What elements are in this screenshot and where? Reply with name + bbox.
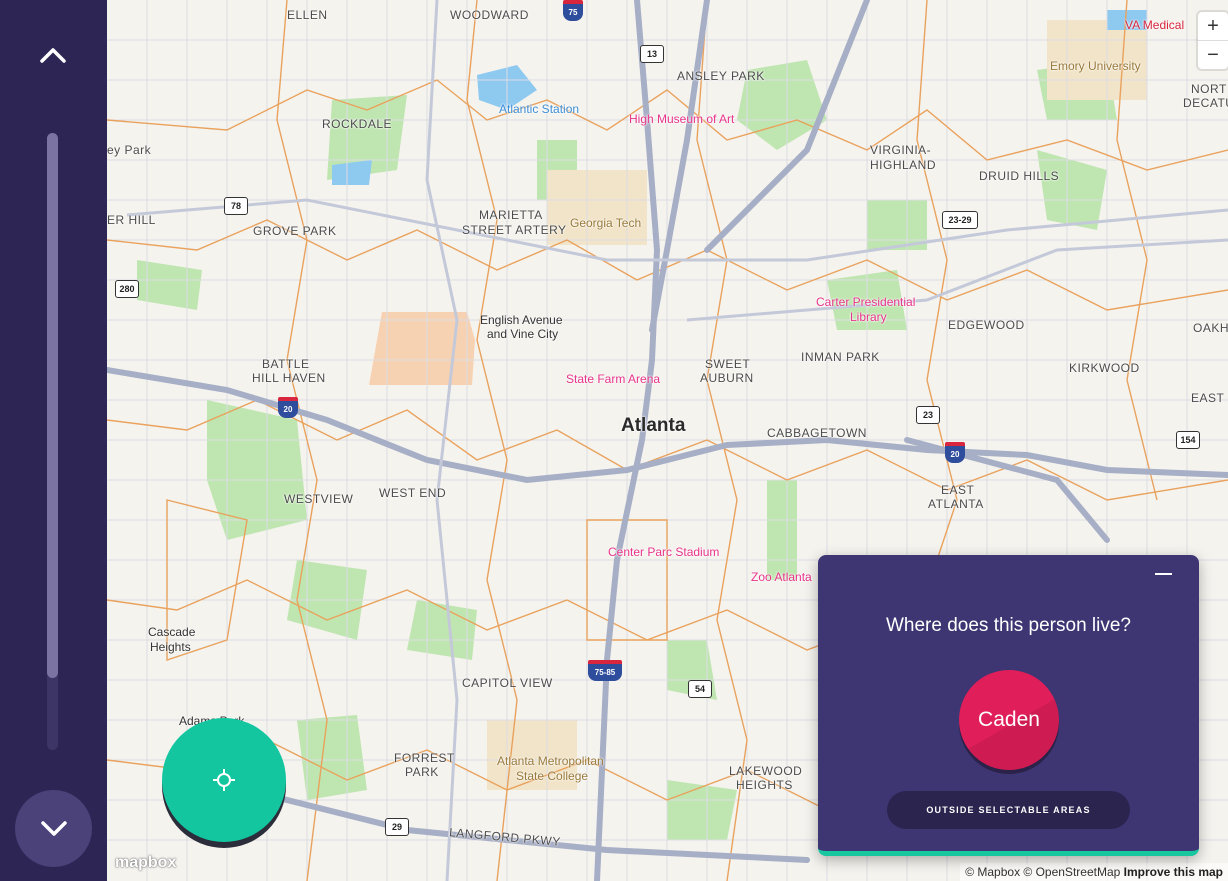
label-westview: WESTVIEW: [284, 492, 354, 506]
label-heights: Heights: [150, 640, 191, 654]
label-druid-hills: DRUID HILLS: [979, 169, 1060, 183]
label-sweet: SWEET: [705, 357, 751, 371]
route-shield: 154: [1176, 431, 1200, 449]
mapbox-logo[interactable]: mapbox: [115, 854, 176, 872]
label-west-end: WEST END: [379, 486, 447, 500]
poi-center-parc-stadium[interactable]: Center Parc Stadium: [608, 545, 719, 559]
label-er-hill: ER HILL: [107, 213, 156, 227]
label-english-avenue: English Avenue: [480, 313, 563, 327]
improve-map-link[interactable]: Improve this map: [1124, 865, 1223, 879]
question-text: Where does this person live?: [885, 615, 1131, 636]
person-name: Caden: [978, 708, 1040, 731]
scroll-up-button[interactable]: [28, 30, 78, 80]
interstate-shield: 75-85: [588, 660, 622, 681]
scrollbar-track[interactable]: [47, 133, 58, 750]
route-shield: 54: [688, 680, 712, 698]
label-kirkwood: KIRKWOOD: [1069, 361, 1140, 375]
label-atlantic-station: Atlantic Station: [499, 102, 580, 116]
label-capitol-view: CAPITOL VIEW: [462, 676, 553, 690]
label-lakewood-heights: HEIGHTS: [736, 778, 793, 792]
label-park: PARK: [405, 765, 439, 779]
question-panel: Where does this person live? Caden OUTSI…: [818, 555, 1199, 856]
scrollbar-thumb[interactable]: [47, 133, 58, 678]
interstate-shield: 75: [563, 0, 583, 21]
zoom-out-button[interactable]: −: [1198, 40, 1228, 69]
crosshair-icon: [213, 769, 235, 791]
label-edgewood: EDGEWOOD: [948, 318, 1025, 332]
route-shield: 23-29: [942, 211, 978, 229]
label-city-atlanta: Atlanta: [621, 415, 686, 436]
label-marietta: MARIETTA: [479, 208, 543, 222]
poi-zoo-atlanta[interactable]: Zoo Atlanta: [751, 570, 812, 584]
label-vine-city: and Vine City: [487, 327, 559, 341]
label-ellen: ELLEN: [287, 8, 328, 22]
zoom-in-button[interactable]: +: [1198, 12, 1228, 40]
locate-button[interactable]: [162, 718, 286, 842]
sidebar: [0, 0, 107, 881]
label-ansley-park: ANSLEY PARK: [677, 69, 765, 83]
label-woodward: WOODWARD: [450, 8, 529, 22]
route-shield: 23: [916, 406, 940, 424]
route-shield: 78: [224, 197, 248, 215]
poi-high-museum[interactable]: High Museum of Art: [629, 112, 734, 126]
label-hill-haven: HILL HAVEN: [252, 371, 326, 385]
label-auburn: AUBURN: [700, 371, 754, 385]
label-ey-park: ey Park: [107, 143, 152, 157]
poi-emory-university[interactable]: Emory University: [1050, 59, 1141, 73]
poi-state-farm-arena[interactable]: State Farm Arena: [566, 372, 660, 386]
label-east: EAST: [941, 483, 975, 497]
map-attribution: © Mapbox © OpenStreetMap Improve this ma…: [960, 863, 1228, 881]
label-oakh: OAKH: [1193, 321, 1228, 335]
outside-selectable-areas-button[interactable]: OUTSIDE SELECTABLE AREAS: [887, 791, 1130, 829]
zoom-control: + −: [1198, 12, 1228, 69]
poi-georgia-tech[interactable]: Georgia Tech: [570, 216, 641, 230]
label-rockdale: ROCKDALE: [322, 117, 393, 131]
label-inman-park: INMAN PARK: [801, 350, 880, 364]
label-cascade: Cascade: [148, 625, 196, 639]
poi-carter-library: Library: [850, 310, 887, 324]
poi-va-medical[interactable]: VA Medical: [1125, 18, 1184, 32]
interstate-shield: 20: [278, 397, 298, 418]
label-virginia: VIRGINIA-: [870, 143, 932, 157]
label-battle: BATTLE: [262, 357, 310, 371]
label-forrest: FORREST: [394, 751, 455, 765]
minimize-icon: [1155, 573, 1172, 575]
scroll-down-button[interactable]: [15, 790, 92, 867]
person-button[interactable]: Caden: [959, 670, 1059, 770]
label-cabbagetown: CABBAGETOWN: [767, 426, 867, 440]
chevron-down-icon: [40, 820, 67, 836]
label-atlanta-east: ATLANTA: [928, 497, 984, 511]
label-highland: HIGHLAND: [870, 158, 937, 172]
attribution-text[interactable]: © Mapbox © OpenStreetMap: [965, 865, 1120, 879]
label-decatu: DECATU: [1183, 96, 1228, 110]
route-shield: 29: [385, 818, 409, 836]
chevron-up-icon: [40, 48, 66, 63]
label-grove-park: GROVE PARK: [253, 224, 337, 238]
poi-atlanta-metropolitan[interactable]: Atlanta Metropolitan: [497, 754, 604, 768]
route-shield: 13: [640, 45, 664, 63]
label-street-artery: STREET ARTERY: [462, 223, 567, 237]
poi-carter-center[interactable]: Carter Presidential: [816, 295, 915, 309]
interstate-shield: 20: [945, 442, 965, 463]
minimize-button[interactable]: [1152, 565, 1176, 583]
label-nort: NORT: [1191, 82, 1227, 96]
poi-state-college: State College: [516, 769, 589, 783]
label-east-top: EAST: [1191, 391, 1225, 405]
route-shield: 280: [115, 280, 139, 298]
label-lakewood: LAKEWOOD: [729, 764, 803, 778]
